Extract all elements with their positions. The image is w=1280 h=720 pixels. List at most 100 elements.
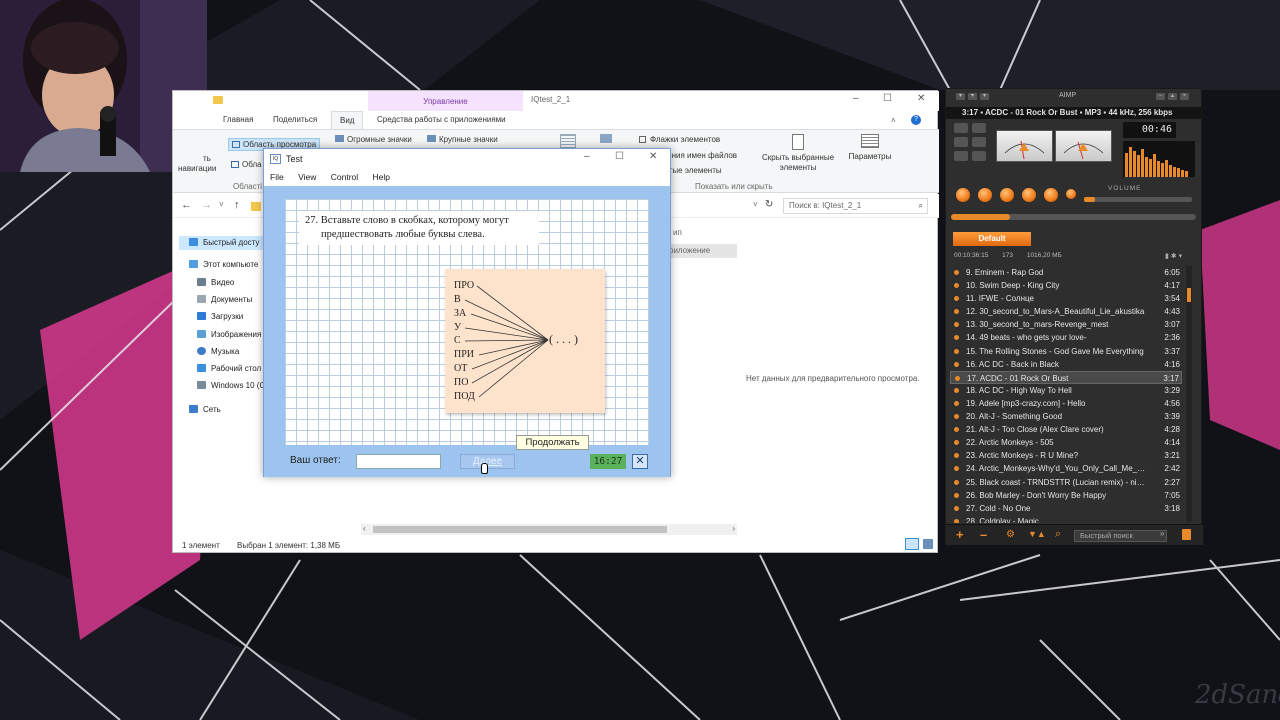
volume-slider[interactable] — [1084, 197, 1192, 202]
playlist-track[interactable]: 27. Cold - No One 3:18 — [950, 502, 1182, 515]
layout-icon[interactable] — [560, 134, 576, 148]
playlist-scroll-thumb[interactable] — [1187, 288, 1191, 302]
context-tab-manage[interactable]: Управление — [368, 91, 523, 111]
stop-button[interactable] — [1022, 188, 1036, 202]
playlist-track[interactable]: 18. AC DC - High Way To Hell 3:29 — [950, 384, 1182, 397]
playlist-track[interactable]: 10. Swim Deep - King City 4:17 — [950, 279, 1182, 292]
open-button[interactable] — [1066, 189, 1076, 199]
search-input[interactable]: Поиск в: IQtest_2_1 ⌕ — [783, 198, 928, 214]
maximize-button[interactable]: ☐ — [615, 151, 624, 162]
playlist-track[interactable]: 13. 30_second_to_mars-Revenge_mest 3:07 — [950, 318, 1182, 331]
prev-button[interactable] — [956, 188, 970, 202]
playlist-track[interactable]: 17. ACDC - 01 Rock Or Bust 3:17 — [950, 370, 1182, 384]
next-track-button[interactable] — [1044, 188, 1058, 202]
nav-this-pc[interactable]: Этот компьюте — [189, 260, 258, 269]
refresh-icon[interactable]: ↻ — [765, 199, 773, 210]
aimp-settings-button[interactable]: ▾ — [980, 93, 989, 100]
ribbon-collapse-icon[interactable]: ˄ — [891, 116, 896, 125]
minimize-button[interactable]: – — [584, 151, 590, 162]
file-icon[interactable] — [1182, 529, 1191, 540]
search-go-icon[interactable]: » — [1160, 529, 1164, 538]
nav-music[interactable]: Музыка — [197, 347, 239, 356]
up-arrow-icon[interactable]: ↑ — [234, 199, 240, 211]
playlist-track[interactable]: 15. The Rolling Stones - God Gave Me Eve… — [950, 345, 1182, 358]
forward-arrow-icon[interactable]: → — [201, 199, 212, 211]
nav-desktop[interactable]: Рабочий стол — [197, 364, 261, 373]
menu-view[interactable]: View — [298, 172, 316, 182]
file-row-app-type[interactable]: риложение — [669, 244, 737, 258]
add-icon[interactable]: + — [956, 527, 964, 542]
options-button[interactable]: Параметры — [845, 134, 895, 161]
tab-share[interactable]: Поделиться — [265, 111, 325, 129]
back-arrow-icon[interactable]: ← — [181, 199, 192, 211]
playlist-track[interactable]: 9. Eminem - Rap God 6:05 — [950, 266, 1182, 279]
search-icon[interactable]: ⌕ — [1055, 528, 1061, 541]
close-button[interactable]: ✕ — [917, 93, 925, 104]
playlist-track[interactable]: 25. Black coast - TRNDSTTR (Lucian remix… — [950, 476, 1182, 489]
details-view-icon[interactable] — [905, 538, 919, 550]
large-icons-view-icon[interactable] — [923, 539, 933, 549]
nav-pictures[interactable]: Изображения — [197, 330, 261, 339]
aimp-menu-button[interactable]: ▾ — [956, 93, 965, 100]
aimp-minimize-button[interactable]: – — [1156, 93, 1165, 100]
playlist-track[interactable]: 22. Arctic Monkeys - 505 4:14 — [950, 436, 1182, 449]
aimp-shade-button[interactable]: ▴ — [1168, 93, 1177, 100]
play-button[interactable] — [978, 188, 992, 202]
aimp-tray-button[interactable]: ▾ — [968, 93, 977, 100]
close-button[interactable]: ✕ — [649, 151, 657, 162]
scroll-thumb[interactable] — [373, 526, 667, 533]
scroll-right-icon[interactable]: › — [732, 524, 735, 533]
playlist-track[interactable]: 19. Adele [mp3-crazy.com] - Hello 4:56 — [950, 397, 1182, 410]
seek-bar[interactable] — [951, 214, 1196, 220]
playlist-track[interactable]: 23. Arctic Monkeys - R U Mine? 3:21 — [950, 449, 1182, 462]
nav-documents[interactable]: Документы — [197, 295, 252, 304]
nav-windows-drive[interactable]: Windows 10 (C — [197, 381, 265, 390]
nav-quick-access[interactable]: Быстрый досту — [179, 236, 267, 250]
test-close-button[interactable]: ✕ — [632, 454, 648, 469]
answer-input[interactable] — [356, 454, 441, 469]
item-checkboxes-option[interactable]: Флажки элементов — [639, 135, 720, 144]
nav-pane-label[interactable]: ть — [203, 154, 211, 163]
tab-view[interactable]: Вид — [331, 111, 364, 129]
shuffle-button[interactable] — [954, 137, 968, 147]
playlist-track[interactable]: 16. AC DC - Back in Black 4:16 — [950, 358, 1182, 371]
playlist-tab-default[interactable]: Default — [953, 232, 1031, 246]
tools-icon[interactable]: ⚙ — [1006, 529, 1015, 540]
scroll-left-icon[interactable]: ‹ — [363, 524, 366, 533]
large-icons-option[interactable]: Огромные значки — [335, 135, 412, 144]
sort-icon[interactable]: ▼▲ — [1028, 529, 1046, 539]
playlist-track[interactable]: 26. Bob Marley - Don't Worry Be Happy 7:0… — [950, 489, 1182, 502]
quick-search-input[interactable]: Быстрый поиск — [1074, 530, 1167, 542]
playlist-track[interactable]: 14. 49 beats - who gets your love- 2:36 — [950, 331, 1182, 344]
playlist-track[interactable]: 28. Coldplay - Magic — [950, 515, 1182, 523]
big-icons-option[interactable]: Крупные значки — [427, 135, 498, 144]
horizontal-scrollbar[interactable]: ‹ › — [361, 524, 737, 535]
nav-downloads[interactable]: Загрузки — [197, 312, 243, 321]
nav-pane-label-2[interactable]: навигации — [178, 164, 216, 173]
tab-app-tools[interactable]: Средства работы с приложениями — [369, 111, 514, 129]
playlist-track[interactable]: 11. IFWE - Солнце 3:54 — [950, 292, 1182, 305]
aimp-close-button[interactable]: × — [1180, 93, 1189, 100]
menu-control[interactable]: Control — [331, 172, 358, 182]
sort-icon[interactable] — [600, 134, 612, 143]
nav-video[interactable]: Видео — [197, 278, 234, 287]
hidden-items-option[interactable]: ытые элементы — [663, 166, 722, 175]
nav-network[interactable]: Сеть — [189, 405, 221, 414]
playlist-button[interactable] — [972, 137, 986, 147]
hide-selected-button[interactable]: Скрыть выбранные элементы — [760, 134, 836, 173]
chevron-down-icon[interactable]: ˅ — [219, 200, 224, 209]
maximize-button[interactable]: ☐ — [883, 93, 892, 104]
lib-button[interactable] — [972, 151, 986, 161]
playlist-track[interactable]: 24. Arctic_Monkeys-Why'd_You_Only_Call_M… — [950, 462, 1182, 475]
repeat-button[interactable] — [972, 123, 986, 133]
menu-file[interactable]: File — [270, 172, 284, 182]
playlist-scrollbar[interactable] — [1186, 266, 1192, 522]
remove-icon[interactable]: – — [980, 527, 987, 542]
playlist-track[interactable]: 20. Alt-J - Something Good 3:39 — [950, 410, 1182, 423]
equalizer-button[interactable] — [954, 123, 968, 133]
playlist-track[interactable]: 21. Alt-J - Too Close (Alex Clare cover)… — [950, 423, 1182, 436]
help-icon[interactable]: ? — [911, 115, 921, 125]
playlist-track[interactable]: 12. 30_second_to_Mars-A_Beautiful_Lie_ak… — [950, 305, 1182, 318]
address-dropdown-icon[interactable]: ˅ — [753, 200, 758, 209]
details-pane-button[interactable]: Обла — [231, 160, 262, 169]
